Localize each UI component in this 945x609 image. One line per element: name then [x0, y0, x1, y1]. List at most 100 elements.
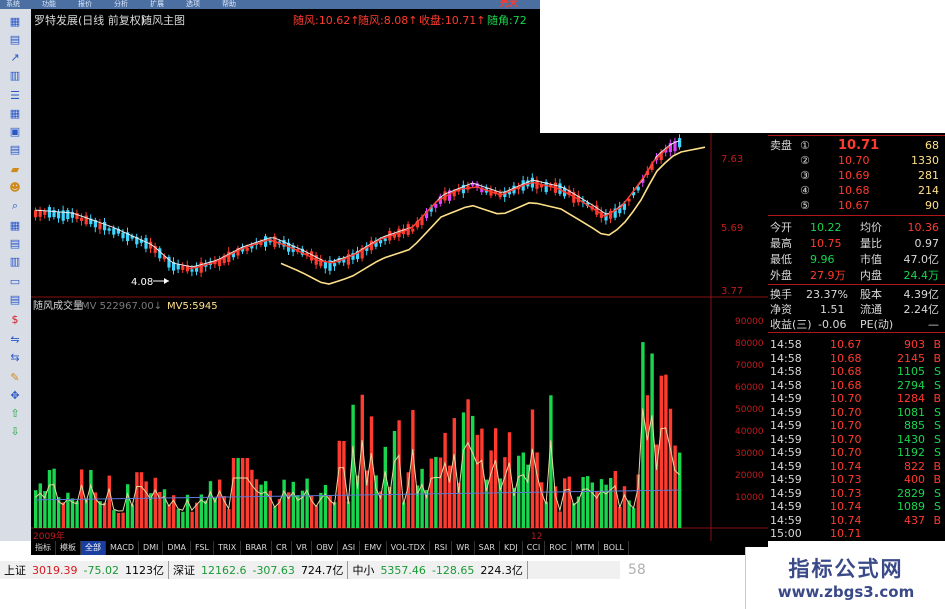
candle-body — [333, 263, 337, 267]
search-icon[interactable]: ⌕ — [8, 199, 22, 213]
main-chart-indicator: 随风主图 — [141, 13, 185, 27]
indicator-tab[interactable]: 指标 — [31, 541, 56, 555]
sell-volume: 281 — [918, 169, 939, 182]
stat-value: -0.06 — [818, 318, 847, 331]
list-icon[interactable]: ☰ — [8, 89, 22, 103]
volume-chart-title: 随风成交量 — [33, 299, 83, 312]
tick-price: 10.71 — [830, 527, 862, 540]
indicator-tab[interactable]: 模板 — [56, 541, 81, 555]
indicator-tab[interactable]: BOLL — [599, 541, 629, 555]
menu-item-analysis[interactable]: 分析 — [114, 0, 128, 9]
sell-volume: 1330 — [911, 154, 939, 167]
menu-item-quote[interactable]: 报价 — [78, 0, 92, 9]
indicator-tab[interactable]: FSL — [191, 541, 214, 555]
volume-bar — [162, 489, 167, 528]
time-axis-label: 12 — [531, 532, 542, 541]
menu-item-system[interactable]: 系统 — [6, 0, 20, 9]
tick-time: 14:59 — [770, 513, 802, 527]
pen-icon[interactable]: ✎ — [8, 371, 22, 385]
report-icon[interactable]: ▤ — [8, 143, 22, 157]
arrow-down-icon[interactable]: ⇩ — [8, 425, 22, 439]
grid-icon[interactable]: ▥ — [8, 69, 22, 83]
kline-icon[interactable]: ▤ — [8, 33, 22, 47]
indicator-tab[interactable]: KDJ — [500, 541, 523, 555]
link-icon[interactable]: ⇋ — [8, 333, 22, 347]
dollar-icon[interactable]: $ — [8, 313, 22, 327]
indicator-tab[interactable]: VOL-TDX — [387, 541, 431, 555]
indicator-tab[interactable]: MACD — [106, 541, 139, 555]
volume-bar — [144, 481, 148, 528]
volume-bar — [245, 458, 249, 528]
indicator-tab[interactable]: RSI — [430, 541, 453, 555]
volume-bar — [411, 410, 415, 528]
volume-bar — [622, 486, 627, 528]
volume-axis-label: 80000 — [735, 339, 764, 349]
stat-label: 今开 — [770, 221, 792, 234]
volume-bar — [369, 416, 374, 528]
quote-panel: 卖盘 ① 10.71 68 ② 10.70 1330 ③ 10.69 281 ④… — [768, 133, 945, 541]
indicator-tab[interactable]: ROC — [545, 541, 572, 555]
folder-icon[interactable]: ▰ — [8, 163, 22, 177]
chart-icon[interactable]: ▦ — [8, 15, 22, 29]
candle-body — [80, 217, 84, 221]
trend-icon[interactable]: ↗ — [8, 51, 22, 65]
volume-bar — [204, 500, 208, 528]
indicator-tab[interactable]: OBV — [312, 541, 339, 555]
legend-item-1: 随风:10.62↑ — [293, 13, 359, 27]
tick-volume: 1284 — [897, 392, 925, 405]
watermark-title: 指标公式网 — [788, 557, 904, 581]
indicator-tab[interactable]: VR — [292, 541, 313, 555]
indicator-tab[interactable]: DMI — [139, 541, 164, 555]
page-icon[interactable]: ▥ — [8, 255, 22, 269]
candle-body — [678, 138, 682, 148]
stat-value: — — [928, 318, 939, 331]
move-icon[interactable]: ✥ — [8, 389, 22, 403]
indicator-tab[interactable]: EMV — [360, 541, 387, 555]
index-sme[interactable]: 中小 5357.46 -128.65 224.3亿 — [348, 561, 528, 579]
calendar-icon[interactable]: ▦ — [8, 219, 22, 233]
indicator-tab[interactable]: CR — [272, 541, 293, 555]
blank-panel — [540, 0, 945, 133]
tick-price: 10.70 — [830, 405, 862, 419]
table-icon[interactable]: ▦ — [8, 107, 22, 121]
sell-idx: ⑤ — [800, 199, 810, 212]
note-icon[interactable]: ▤ — [8, 293, 22, 307]
volume-bar — [236, 458, 240, 528]
window-switch-icon[interactable]: ⇆ — [8, 351, 22, 365]
indicator-tab[interactable]: WR — [452, 541, 475, 555]
tick-side: S — [934, 446, 941, 459]
stat-label: 市值 — [860, 253, 882, 266]
stat-label: 最低 — [770, 253, 792, 266]
stat-label: 内盘 — [860, 269, 882, 282]
window-icon[interactable]: ▣ — [8, 125, 22, 139]
indicator-tab[interactable]: CCI — [523, 541, 546, 555]
news-icon[interactable]: ▤ — [8, 237, 22, 251]
arrow-up-icon[interactable]: ⇧ — [8, 407, 22, 421]
volume-bar — [135, 472, 139, 528]
menu-item-extend[interactable]: 扩展 — [150, 0, 164, 9]
menu-item-help[interactable]: 帮助 — [222, 0, 236, 9]
sell-price: 10.69 — [838, 169, 870, 182]
indicator-tab[interactable]: SAR — [475, 541, 500, 555]
stat-label: 流通 — [860, 303, 882, 316]
candle-body — [66, 210, 70, 220]
index-sz[interactable]: 深证 12162.6 -307.63 724.7亿 — [169, 561, 349, 579]
people-icon[interactable]: ☻ — [8, 181, 22, 195]
volume-bar — [489, 450, 493, 528]
volume-mv2: MV5:5945 — [167, 301, 218, 312]
stat-label: 均价 — [860, 221, 882, 234]
tick-side: B — [933, 459, 941, 473]
indicator-tab[interactable]: BRAR — [241, 541, 273, 555]
tick-volume: 1089 — [897, 500, 925, 513]
indicator-tab[interactable]: ASI — [338, 541, 361, 555]
volume-bar — [103, 502, 107, 528]
indicator-tab[interactable]: 全部 — [81, 541, 106, 555]
indicator-tab[interactable]: TRIX — [214, 541, 242, 555]
menu-item-options[interactable]: 选项 — [186, 0, 200, 9]
indicator-tab[interactable]: DMA — [163, 541, 191, 555]
index-sh[interactable]: 上证 3019.39 -75.02 1123亿 — [0, 561, 169, 579]
indicator-tab[interactable]: MTM — [572, 541, 600, 555]
monitor-icon[interactable]: ▭ — [8, 275, 22, 289]
menu-item-function[interactable]: 功能 — [42, 0, 56, 9]
volume-bar — [231, 458, 236, 528]
